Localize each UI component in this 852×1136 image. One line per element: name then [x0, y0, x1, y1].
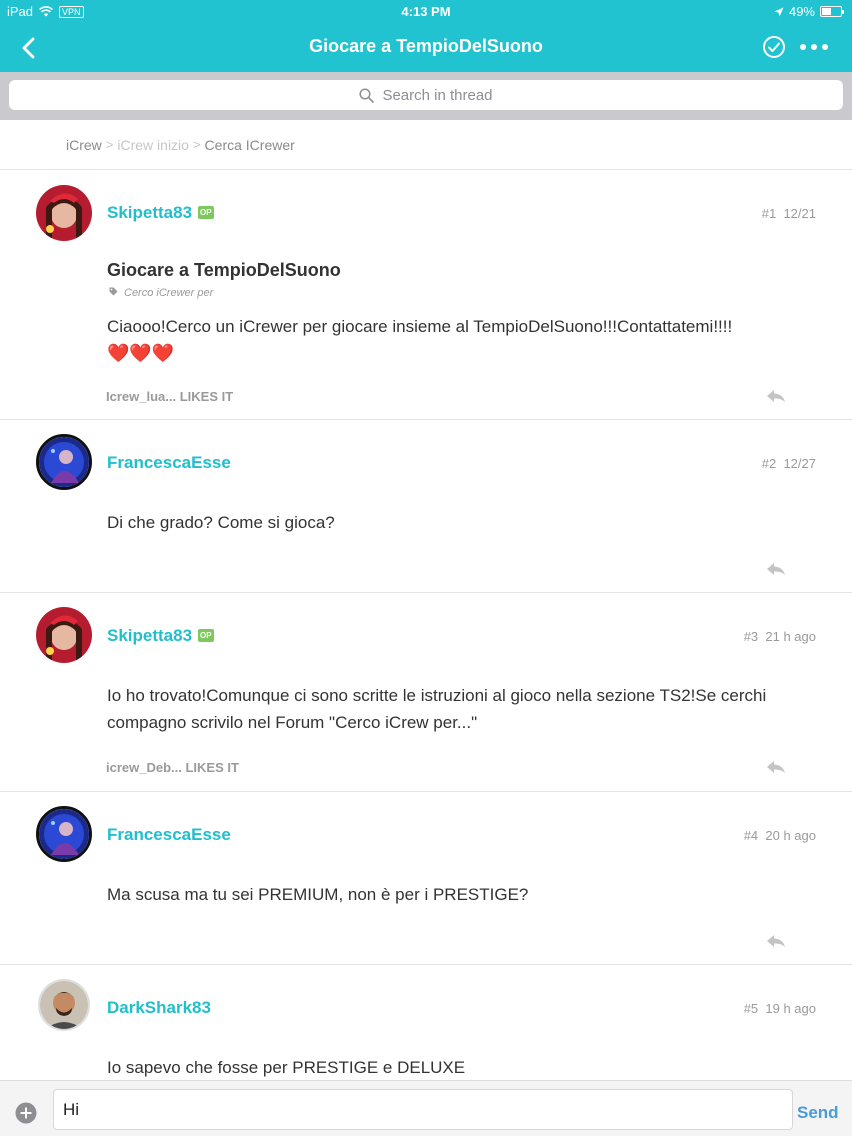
status-bar: iPad VPN 4:13 PM 49% — [0, 0, 852, 24]
avatar[interactable] — [36, 185, 92, 241]
post-body: Io ho trovato!Comunque ci sono scritte l… — [107, 686, 767, 732]
location-arrow-icon — [774, 7, 784, 16]
battery-icon — [820, 6, 844, 17]
breadcrumb: iCrew > iCrew inizio > Cerca ICrewer — [0, 120, 852, 170]
post-number: #3 — [743, 629, 759, 644]
check-circle-icon[interactable] — [762, 35, 786, 59]
op-badge: OP — [198, 629, 214, 642]
likes-label[interactable]: icrew_Deb... LIKES IT — [106, 760, 239, 775]
nav-bar: Giocare a TempioDelSuono — [0, 24, 852, 72]
likes-label[interactable]: Icrew_lua... LIKES IT — [106, 389, 233, 404]
author-name: FrancescaEsse — [107, 453, 231, 472]
post-date: 19 h ago — [765, 1001, 816, 1016]
page-title: Giocare a TempioDelSuono — [309, 36, 543, 56]
post-date: 12/27 — [783, 456, 816, 471]
post-item: FrancescaEsse #4 20 h ago Ma scusa ma tu… — [0, 792, 852, 965]
post-item: DarkShark83 #5 19 h ago Io sapevo che fo… — [0, 965, 852, 1080]
breadcrumb-item-icrew-inizio[interactable]: iCrew inizio — [117, 137, 189, 153]
post-item: FrancescaEsse #2 12/27 Di che grado? Com… — [0, 420, 852, 593]
author-name: Skipetta83 — [107, 626, 193, 645]
post-body: Ciaooo!Cerco un iCrewer per giocare insi… — [107, 313, 817, 367]
breadcrumb-item-cerca-icrewer[interactable]: Cerca ICrewer — [205, 137, 295, 153]
message-input[interactable]: Hi — [53, 1089, 793, 1130]
thread-list[interactable]: Skipetta83 OP #1 12/21 Giocare a TempioDe… — [0, 171, 852, 1080]
post-title: Giocare a TempioDelSuono — [107, 260, 341, 280]
reply-icon[interactable] — [766, 562, 786, 576]
post-author[interactable]: Skipetta83 OP — [107, 626, 214, 646]
post-meta: #4 20 h ago — [744, 828, 816, 843]
reply-icon[interactable] — [766, 389, 786, 403]
send-button[interactable]: Send — [797, 1103, 839, 1123]
post-body: Di che grado? Come si gioca? — [107, 513, 335, 532]
search-icon — [359, 87, 375, 103]
reply-icon[interactable] — [766, 934, 786, 948]
search-input[interactable]: Search in thread — [9, 80, 843, 110]
post-meta: #3 21 h ago — [744, 629, 816, 644]
breadcrumb-separator: > — [192, 137, 201, 152]
avatar[interactable] — [36, 607, 92, 663]
post-text: Ciaooo!Cerco un iCrewer per giocare insi… — [107, 317, 733, 336]
battery-percent: 49% — [788, 4, 815, 19]
search-placeholder: Search in thread — [382, 86, 493, 104]
post-meta: #5 19 h ago — [744, 1001, 816, 1016]
post-number: #1 — [761, 206, 777, 221]
post-date: 21 h ago — [765, 629, 816, 644]
plus-circle-icon[interactable] — [15, 1102, 37, 1124]
op-badge: OP — [198, 206, 214, 219]
post-number: #2 — [761, 456, 777, 471]
post-date: 12/21 — [783, 206, 816, 221]
post-number: #4 — [743, 828, 759, 843]
author-name: FrancescaEsse — [107, 825, 231, 844]
post-meta: #1 12/21 — [762, 206, 816, 221]
author-name: DarkShark83 — [107, 998, 211, 1017]
post-body: Io sapevo che fosse per PRESTIGE e DELUX… — [107, 1058, 466, 1077]
avatar[interactable] — [36, 434, 92, 490]
post-item: Skipetta83 OP #3 21 h ago Io ho trovato!C… — [0, 593, 852, 792]
breadcrumb-item-icrew[interactable]: iCrew — [66, 137, 102, 153]
post-author[interactable]: FrancescaEsse — [107, 825, 231, 845]
post-meta: #2 12/27 — [762, 456, 816, 471]
post-body: Ma scusa ma tu sei PREMIUM, non è per i … — [107, 885, 529, 904]
author-name: Skipetta83 — [107, 203, 193, 222]
tag-icon — [109, 287, 118, 296]
post-author[interactable]: FrancescaEsse — [107, 453, 231, 473]
post-item: Skipetta83 OP #1 12/21 Giocare a TempioDe… — [0, 171, 852, 420]
post-author[interactable]: Skipetta83 OP — [107, 203, 214, 223]
avatar[interactable] — [36, 806, 92, 862]
battery-level — [822, 8, 831, 15]
reply-icon[interactable] — [766, 760, 786, 774]
post-number: #5 — [743, 1001, 759, 1016]
search-bar: Search in thread — [0, 72, 852, 120]
avatar[interactable] — [38, 979, 90, 1031]
post-date: 20 h ago — [765, 828, 816, 843]
breadcrumb-separator: > — [105, 137, 114, 152]
tag-label: Cerco iCrewer per — [124, 287, 214, 299]
status-time: 4:13 PM — [401, 4, 451, 19]
reply-composer: Hi Send — [0, 1080, 852, 1136]
post-author[interactable]: DarkShark83 — [107, 998, 211, 1018]
heart-emojis: ❤️❤️❤️ — [107, 343, 175, 363]
post-tag[interactable]: Cerco iCrewer per — [109, 287, 213, 299]
more-dots-icon[interactable] — [800, 37, 834, 57]
